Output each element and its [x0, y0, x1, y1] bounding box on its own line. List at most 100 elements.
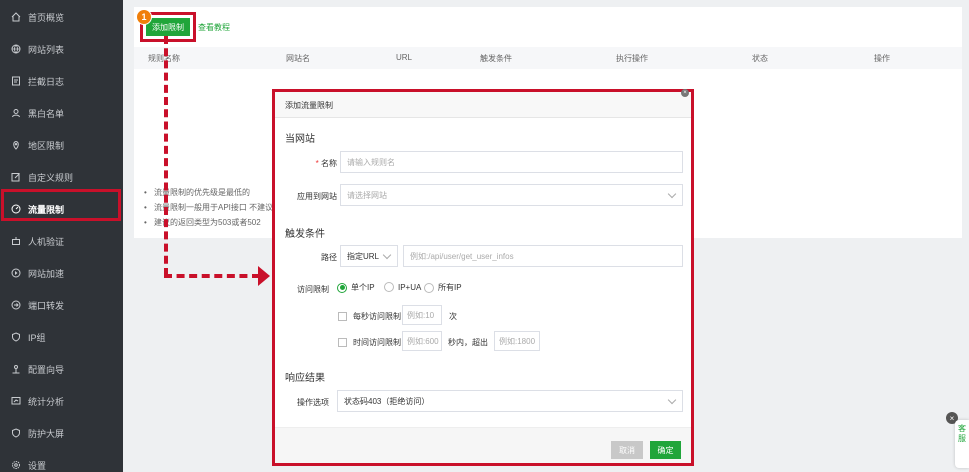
radio-dot [384, 282, 394, 292]
section-response-title: 响应结果 [285, 373, 325, 384]
time-limit-input[interactable]: 例如:1800 [494, 331, 540, 351]
apply-site-label: 应用到网站 [297, 192, 337, 201]
location-icon [11, 140, 21, 150]
column-header: 触发条件 [480, 54, 512, 63]
per-second-checkbox[interactable]: 每秒访问限制 [338, 311, 401, 322]
checkbox-box [338, 338, 347, 347]
path-type-select[interactable]: 指定URL [340, 245, 398, 267]
sidebar-item-label: 配置向导 [28, 364, 65, 375]
action-select[interactable]: 状态码403（拒绝访问） [337, 390, 683, 412]
sidebar-item[interactable]: 首页概览 [0, 1, 123, 33]
name-placeholder: 请输入规则名 [347, 157, 395, 167]
time-limit-checkbox[interactable]: 时间访问限制 [338, 337, 401, 348]
radio-all-ip[interactable]: 所有IP [424, 282, 462, 293]
robot-icon [11, 236, 21, 246]
sidebar-item-label: 统计分析 [28, 396, 65, 407]
name-input[interactable]: 请输入规则名 [340, 151, 683, 173]
radio-label: 所有IP [438, 283, 462, 292]
sidebar-item[interactable]: 黑白名单 [0, 97, 123, 129]
guide-icon [11, 364, 21, 374]
sidebar-item[interactable]: 网站加速 [0, 257, 123, 289]
sidebar-item[interactable]: 拦截日志 [0, 65, 123, 97]
per-second-label: 每秒访问限制 [353, 312, 401, 321]
radio-dot [424, 282, 434, 293]
radio-label: 单个IP [351, 283, 375, 292]
step-badge: 1 [136, 9, 152, 25]
service-label: 客服 [958, 424, 966, 443]
path-label: 路径 [321, 253, 337, 262]
close-icon[interactable]: × [681, 89, 689, 97]
column-header: 状态 [752, 54, 768, 63]
path-input[interactable]: 例如:/api/user/get_user_infos [403, 245, 683, 267]
screen-icon [11, 428, 21, 438]
sidebar-item-label: 端口转发 [28, 300, 65, 311]
sidebar-item[interactable]: 配置向导 [0, 353, 123, 385]
section-trigger-title: 触发条件 [285, 229, 325, 240]
sidebar-item[interactable]: 端口转发 [0, 289, 123, 321]
section-site-title: 当网站 [285, 134, 315, 145]
sidebar-item-label: 地区限制 [28, 140, 65, 151]
sidebar-item-label: 首页概览 [28, 12, 65, 23]
column-header: 执行操作 [616, 54, 648, 63]
sidebar-item-label: 人机验证 [28, 236, 65, 247]
sidebar-item[interactable]: 自定义规则 [0, 161, 123, 193]
log-icon [11, 76, 21, 86]
chevron-down-icon [382, 250, 392, 260]
sidebar-item[interactable]: 人机验证 [0, 225, 123, 257]
tutorial-link[interactable]: 查看教程 [198, 22, 230, 33]
sidebar-item[interactable]: 防护大屏 [0, 417, 123, 449]
sidebar-item[interactable]: 地区限制 [0, 129, 123, 161]
sidebar-item-label: 防护大屏 [28, 428, 65, 439]
chart-icon [11, 396, 21, 406]
add-limit-dialog: 添加流量限制 × 当网站 * 名称 请输入规则名 应用到网站 请选择网站 触发条… [272, 89, 694, 466]
site-select[interactable]: 请选择网站 [340, 184, 683, 206]
time-limit-label: 时间访问限制 [353, 338, 401, 347]
column-header: 操作 [874, 54, 890, 63]
annotation-arrow-vertical [164, 36, 168, 276]
rocket-icon [11, 268, 21, 278]
time-window-input[interactable]: 例如:600 [402, 331, 442, 351]
user-icon [11, 108, 21, 118]
sidebar-item[interactable]: 流量限制 [0, 193, 123, 225]
sidebar-item[interactable]: 设置 [0, 449, 123, 472]
shield-icon [11, 332, 21, 342]
name-label: * 名称 [287, 158, 337, 169]
cancel-button[interactable]: 取消 [611, 441, 643, 459]
radio-ip-ua[interactable]: IP+UA [384, 282, 421, 292]
sidebar-item-label: 流量限制 [28, 204, 65, 215]
forward-icon [11, 300, 21, 310]
time-window-placeholder: 例如:600 [407, 336, 439, 346]
sidebar-item[interactable]: 网站列表 [0, 33, 123, 65]
sidebar-item-label: IP组 [28, 332, 46, 343]
name-label-text: 名称 [321, 159, 337, 168]
time-limit-placeholder: 例如:1800 [499, 336, 536, 346]
customer-service-widget[interactable]: 客服 [955, 420, 969, 468]
chevron-down-icon [667, 395, 677, 405]
per-second-input[interactable]: 例如:10 [402, 305, 442, 325]
sidebar: 首页概览网站列表拦截日志黑白名单地区限制自定义规则流量限制人机验证网站加速端口转… [0, 0, 123, 472]
radio-dot [337, 282, 347, 293]
annotation-arrow-horizontal [164, 274, 260, 278]
action-value: 状态码403（拒绝访问） [344, 396, 430, 406]
confirm-button[interactable]: 确定 [650, 441, 681, 459]
edit-icon [11, 172, 21, 182]
gauge-icon [11, 204, 21, 214]
home-icon [11, 12, 21, 22]
required-mark: * [315, 159, 319, 168]
sidebar-item-label: 黑白名单 [28, 108, 65, 119]
sidebar-item-label: 网站加速 [28, 268, 65, 279]
radio-single-ip[interactable]: 单个IP [337, 282, 375, 293]
sidebar-item-label: 设置 [28, 460, 47, 471]
sidebar-item[interactable]: IP组 [0, 321, 123, 353]
sidebar-item[interactable]: 统计分析 [0, 385, 123, 417]
dialog-title: 添加流量限制 [275, 92, 691, 118]
sidebar-item-label: 拦截日志 [28, 76, 65, 87]
chevron-down-icon [667, 189, 677, 199]
radio-label: IP+UA [398, 282, 422, 292]
sidebar-item-label: 网站列表 [28, 44, 65, 55]
path-placeholder: 例如:/api/user/get_user_infos [410, 251, 514, 261]
action-label: 操作选项 [297, 398, 329, 407]
checkbox-box [338, 312, 347, 321]
add-limit-button[interactable]: 添加限制 [146, 18, 190, 36]
column-header: 网站名 [286, 54, 310, 63]
